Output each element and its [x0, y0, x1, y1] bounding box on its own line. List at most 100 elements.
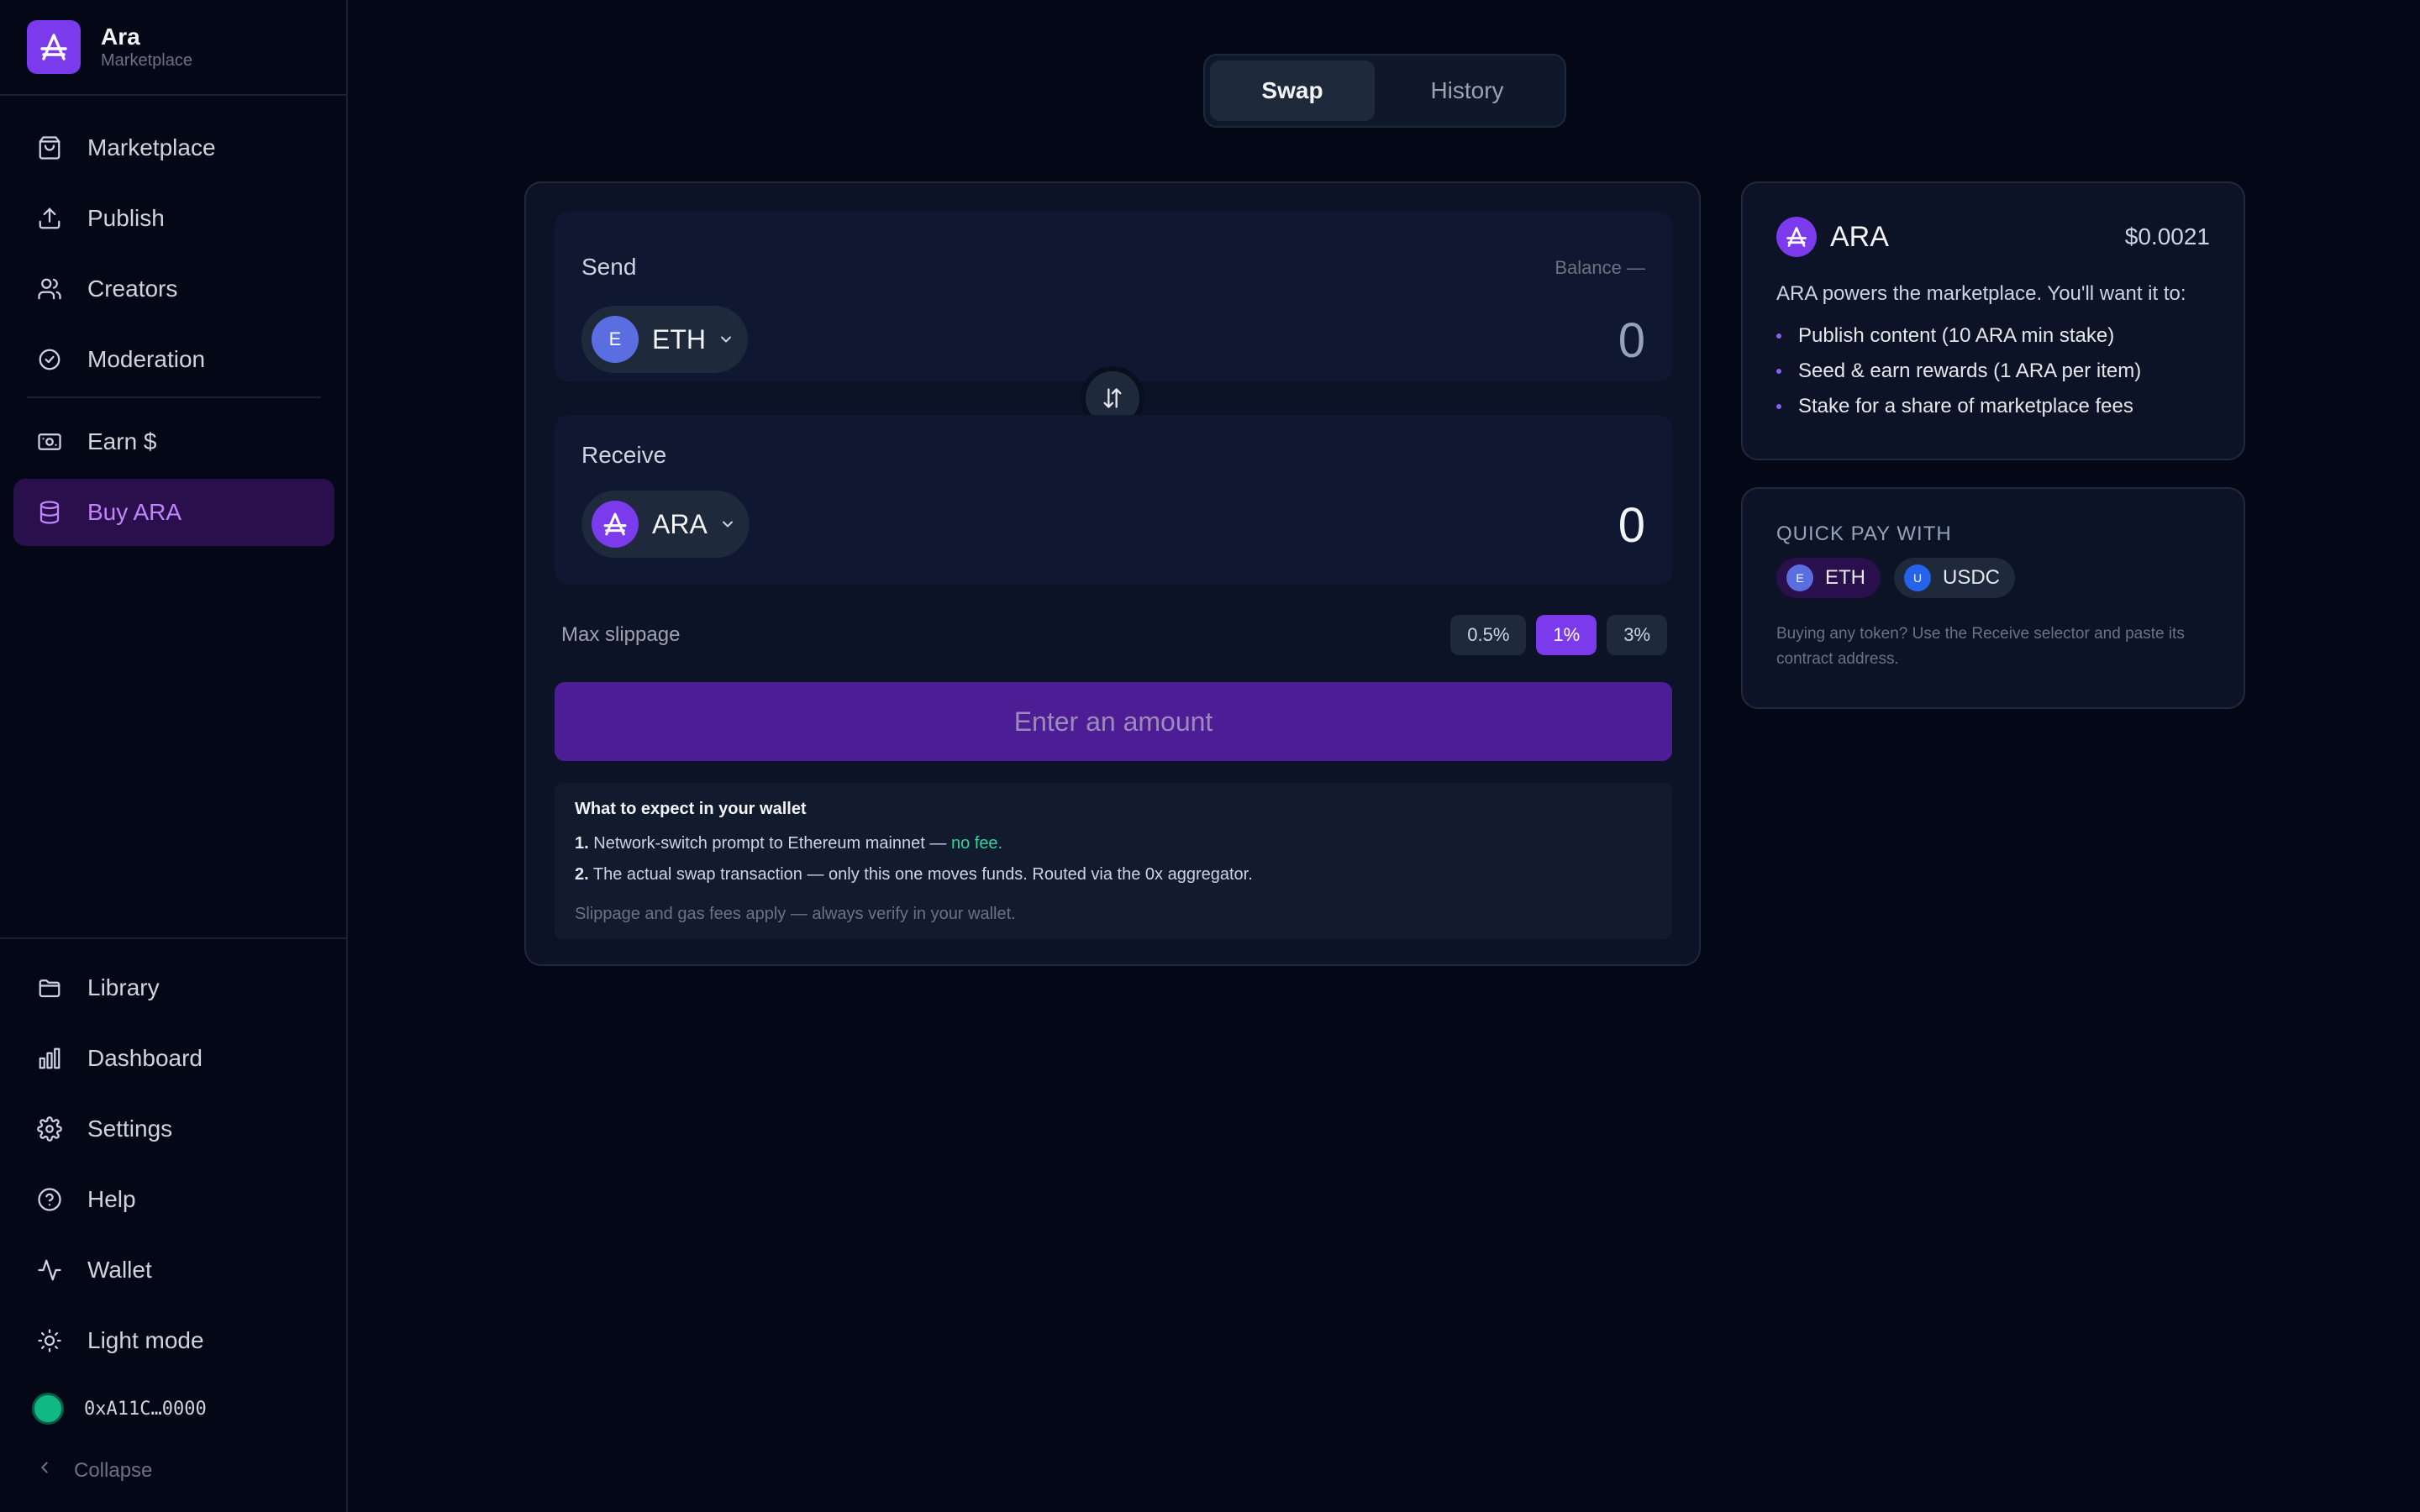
no-fee-highlight: no fee. [950, 834, 1003, 853]
collapse-button[interactable]: Collapse [35, 1458, 152, 1483]
eth-token-icon: E [592, 316, 639, 363]
swap-card: Send Balance — E ETH 0 Receive ARA 0 Max… [524, 181, 1701, 966]
sidebar-item-creators[interactable]: Creators [13, 255, 334, 323]
send-amount-input[interactable]: 0 [1618, 312, 1645, 369]
users-icon [35, 275, 64, 303]
send-token-selector[interactable]: E ETH [581, 306, 748, 373]
ara-logo-icon [27, 20, 81, 74]
wallet-account[interactable]: 0xA11C…0000 [32, 1393, 207, 1425]
gear-icon [35, 1115, 64, 1143]
brand-text: Ara Marketplace [101, 24, 192, 71]
info-step-1: 1. Network-switch prompt to Ethereum mai… [575, 834, 1652, 853]
sidebar-item-label: Publish [87, 205, 165, 231]
ara-price: $0.0021 [2124, 223, 2210, 249]
tab-swap[interactable]: Swap [1210, 60, 1375, 121]
brand-subtitle: Marketplace [101, 51, 192, 70]
sun-icon [35, 1326, 64, 1355]
quick-pay-title: QUICK PAY WITH [1776, 522, 1952, 545]
quick-pay-tokens: E ETH U USDC [1776, 558, 2210, 598]
receive-label: Receive [581, 442, 667, 468]
sidebar-item-settings[interactable]: Settings [13, 1095, 334, 1163]
sidebar-item-label: Dashboard [87, 1045, 203, 1071]
sidebar-item-label: Settings [87, 1116, 173, 1142]
step-text: The actual swap transaction — only this … [592, 865, 1253, 884]
sidebar-item-help[interactable]: Help [13, 1166, 334, 1233]
sidebar-item-moderation[interactable]: Moderation [13, 326, 334, 393]
ara-title: ARA [1830, 220, 1889, 253]
send-label: Send [581, 254, 637, 280]
slippage-option-0-5[interactable]: 0.5% [1450, 615, 1527, 655]
sidebar-item-publish[interactable]: Publish [13, 185, 334, 252]
info-step-2: 2. The actual swap transaction — only th… [575, 865, 1652, 885]
sidebar-item-label: Earn $ [87, 428, 157, 454]
sidebar-item-label: Buy ARA [87, 499, 182, 525]
sidebar-item-label: Moderation [87, 346, 206, 372]
slippage-option-1[interactable]: 1% [1536, 615, 1597, 655]
send-token-symbol: ETH [652, 323, 706, 354]
info-footnote: Slippage and gas fees apply — always ver… [575, 905, 1016, 923]
shopping-bag-icon [35, 134, 64, 162]
chevron-down-icon [719, 516, 736, 533]
ara-header: ARA $0.0021 [1776, 217, 2210, 257]
sidebar-item-wallet[interactable]: Wallet [13, 1236, 334, 1304]
quick-pay-eth-button[interactable]: E ETH [1776, 558, 1881, 598]
bullet-dot [1776, 404, 1781, 409]
receive-token-symbol: ARA [652, 508, 708, 539]
primary-nav: Marketplace Publish Creators Moderation [13, 114, 334, 549]
brand[interactable]: Ara Marketplace [27, 20, 192, 74]
usdc-token-icon: U [1904, 564, 1931, 591]
collapse-label: Collapse [74, 1458, 153, 1482]
sidebar-item-library[interactable]: Library [13, 954, 334, 1021]
nav-divider [27, 396, 321, 398]
folder-icon [35, 974, 64, 1002]
sidebar-item-buy-ara[interactable]: Buy ARA [13, 479, 334, 546]
swap-history-tabs: Swap History [1203, 54, 1566, 128]
eth-token-icon: E [1786, 564, 1813, 591]
bullet-text: Publish content (10 ARA min stake) [1798, 324, 2115, 347]
sidebar-item-label: Light mode [87, 1327, 204, 1353]
app-root: Ara Marketplace Marketplace Publish Crea… [0, 0, 2420, 1512]
sidebar-item-light-mode[interactable]: Light mode [13, 1307, 334, 1374]
step-number: 1. [575, 834, 589, 853]
sidebar-item-marketplace[interactable]: Marketplace [13, 114, 334, 181]
chevron-down-icon [718, 331, 734, 348]
chevron-left-icon [35, 1458, 54, 1483]
ara-info-card: ARA $0.0021 ARA powers the marketplace. … [1741, 181, 2245, 460]
quick-pay-token-label: USDC [1943, 566, 2001, 589]
slippage-option-3[interactable]: 3% [1607, 615, 1667, 655]
receive-panel: Receive ARA 0 [555, 415, 1672, 585]
sidebar-item-label: Help [87, 1186, 136, 1212]
list-item: Publish content (10 ARA min stake) [1776, 324, 2210, 348]
upload-icon [35, 204, 64, 233]
wallet-address: 0xA11C…0000 [84, 1398, 207, 1420]
sidebar: Ara Marketplace Marketplace Publish Crea… [0, 0, 348, 1512]
enter-amount-button[interactable]: Enter an amount [555, 682, 1672, 761]
slippage-row: Max slippage 0.5% 1% 3% [561, 613, 1667, 657]
sidebar-item-dashboard[interactable]: Dashboard [13, 1025, 334, 1092]
coins-icon [35, 498, 64, 527]
help-icon [35, 1185, 64, 1214]
banknote-icon [35, 428, 64, 456]
ara-description: ARA powers the marketplace. You'll want … [1776, 282, 2186, 305]
brand-divider [0, 94, 348, 96]
sidebar-item-earn[interactable]: Earn $ [13, 408, 334, 475]
info-title: What to expect in your wallet [575, 800, 807, 818]
quick-pay-note: Buying any token? Use the Receive select… [1776, 625, 2185, 668]
brand-name: Ara [101, 24, 140, 50]
slippage-label: Max slippage [561, 623, 681, 646]
send-panel: Send Balance — E ETH 0 [555, 212, 1672, 381]
list-item: Stake for a share of marketplace fees [1776, 395, 2210, 418]
sidebar-item-label: Marketplace [87, 134, 216, 160]
bullet-dot [1776, 333, 1781, 339]
activity-icon [35, 1256, 64, 1284]
slippage-options: 0.5% 1% 3% [1440, 615, 1667, 655]
wallet-avatar [32, 1393, 64, 1425]
tab-history[interactable]: History [1385, 60, 1549, 121]
quick-pay-usdc-button[interactable]: U USDC [1894, 558, 2016, 598]
receive-token-selector[interactable]: ARA [581, 491, 750, 558]
bullet-text: Seed & earn rewards (1 ARA per item) [1798, 360, 2142, 382]
bullet-text: Stake for a share of marketplace fees [1798, 395, 2133, 417]
ara-token-icon [592, 501, 639, 548]
step-number: 2. [575, 865, 589, 884]
swap-arrows-icon [1103, 388, 1122, 408]
